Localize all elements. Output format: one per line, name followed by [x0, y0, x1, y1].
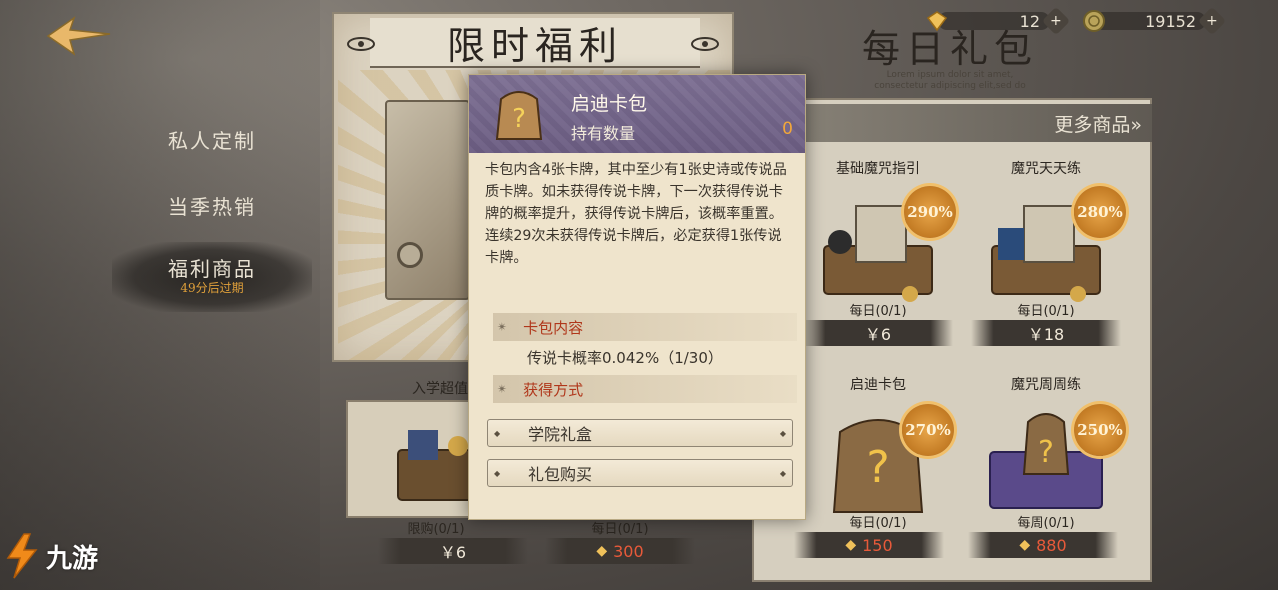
eye-ornament-icon — [347, 37, 375, 51]
daily-pack-subtitle: Lorem ipsum dolor sit amet, consectetur … — [874, 70, 1026, 91]
section-label: 获得方式 — [523, 380, 584, 399]
price-label: ￥18 — [1027, 325, 1065, 344]
bonus-badge: 280% — [1074, 186, 1126, 238]
watermark-logo-icon — [6, 533, 38, 579]
limited-gem-price-button[interactable]: ◆ 300 — [545, 538, 695, 564]
sidebar-item-label: 私人定制 — [168, 128, 256, 153]
price-label: 150 — [862, 535, 893, 555]
sidebar-item-seasonal[interactable]: 当季热销 — [112, 176, 312, 234]
card-price-button[interactable]: ￥6 — [803, 320, 953, 346]
card-price-button[interactable]: ￥18 — [971, 320, 1121, 346]
vault-dial — [397, 242, 423, 268]
dot-icon: ◆ — [779, 429, 786, 438]
vault-illustration — [385, 100, 470, 300]
card-name: 魔咒周周练 — [1011, 377, 1081, 393]
bonus-badge: 250% — [1074, 404, 1126, 456]
source-label: 礼包购买 — [528, 465, 593, 484]
card-limit: 每日(0/1) — [1017, 304, 1075, 319]
card-price-button[interactable]: ◆ 880 — [968, 532, 1118, 558]
sidebar-item-label: 福利商品 — [168, 257, 256, 282]
bonus-badge: 290% — [904, 186, 956, 238]
source-academy-box-button[interactable]: ◆ 学院礼盒 ◆ — [487, 419, 793, 447]
popup-description: 卡包内含4张卡牌，其中至少有1张史诗或传说品质卡牌。如未获得传说卡牌，下一次获得… — [485, 162, 787, 266]
section-pack-contents: ✴ 卡包内容 — [493, 313, 797, 341]
limited-item-name: 入学超值 — [412, 381, 468, 397]
daily-card[interactable]: 启迪卡包 ? 270% 每日(0/1) ◆ 150 — [794, 374, 962, 574]
back-button[interactable] — [44, 14, 112, 58]
sidebar-item-custom[interactable]: 私人定制 — [112, 110, 312, 168]
sidebar-item-welfare[interactable]: 福利商品 49分后过期 — [112, 242, 312, 312]
owned-count-label: 持有数量 — [571, 124, 636, 143]
watermark: 九游 — [2, 528, 127, 584]
limited-item-limit: 限购(0/1) — [407, 522, 465, 537]
popup-header: ? 启迪卡包 持有数量 0 — [469, 75, 805, 153]
card-limit: 每日(0/1) — [849, 516, 907, 531]
watermark-text: 九游 — [46, 543, 99, 574]
card-limit: 每日(0/1) — [849, 304, 907, 319]
star-icon: ✴ — [497, 382, 508, 396]
dot-icon: ◆ — [494, 469, 501, 478]
daily-card[interactable]: 魔咒周周练 ? 250% 每周(0/1) ◆ 880 — [962, 374, 1130, 574]
price-label: ￥6 — [439, 543, 467, 562]
legendary-rate: 传说卡概率0.042%（1/30） — [527, 349, 723, 367]
popup-title: 启迪卡包 — [571, 93, 648, 115]
more-products-button[interactable]: 更多商品» — [806, 104, 1152, 142]
dot-icon: ◆ — [779, 469, 786, 478]
card-name: 基础魔咒指引 — [836, 161, 920, 177]
coin-currency: 19152 + — [1082, 6, 1227, 36]
source-pack-purchase-button[interactable]: ◆ 礼包购买 ◆ — [487, 459, 793, 487]
coin-amount: 19152 — [1145, 11, 1196, 31]
gem-icon: ◆ — [596, 543, 608, 559]
svg-text:?: ? — [1038, 435, 1054, 470]
star-icon: ✴ — [497, 320, 508, 334]
gem-icon: ◆ — [845, 537, 857, 553]
daily-card[interactable]: 魔咒天天练 280% 每日(0/1) ￥18 — [962, 158, 1130, 358]
owned-count: 0 — [782, 119, 793, 139]
source-label: 学院礼盒 — [528, 425, 593, 444]
card-limit: 每周(0/1) — [1017, 516, 1075, 531]
item-detail-popup: ? 启迪卡包 持有数量 0 卡包内含4张卡牌，其中至少有1张史诗或传说品质卡牌。… — [468, 74, 806, 520]
sidebar-item-label: 当季热销 — [168, 194, 256, 219]
gem-icon: ◆ — [1019, 537, 1031, 553]
limited-item-price-button[interactable]: ￥6 — [378, 538, 528, 564]
card-name: 魔咒天天练 — [1011, 161, 1081, 177]
more-products-label: 更多商品» — [1054, 113, 1142, 136]
dot-icon: ◆ — [494, 429, 501, 438]
daily-pack-title: 每日礼包 — [861, 27, 1038, 71]
add-coins-button[interactable]: + — [1197, 6, 1227, 36]
expiry-timer: 49分后过期 — [180, 281, 244, 296]
card-name: 启迪卡包 — [850, 377, 906, 393]
price-label: 880 — [1036, 535, 1067, 555]
card-price-button[interactable]: ◆ 150 — [794, 532, 944, 558]
section-obtain: ✴ 获得方式 — [493, 375, 797, 403]
back-arrow-icon — [46, 16, 111, 56]
svg-text:?: ? — [512, 104, 526, 134]
limited-item-limit: 每日(0/1) — [591, 522, 649, 537]
limited-offer-title: 限时福利 — [370, 18, 700, 68]
gem-icon — [926, 11, 948, 32]
coin-icon — [1083, 10, 1105, 32]
plus-icon: + — [1206, 12, 1218, 29]
price-label: ￥6 — [864, 325, 892, 344]
bonus-badge: 270% — [902, 404, 954, 456]
daily-card[interactable]: 基础魔咒指引 290% 每日(0/1) ￥6 — [794, 158, 962, 358]
card-pack-icon: ? — [495, 91, 543, 140]
eye-ornament-icon — [691, 37, 719, 51]
section-label: 卡包内容 — [523, 318, 584, 337]
svg-text:?: ? — [866, 442, 889, 493]
price-label: 300 — [613, 541, 644, 561]
